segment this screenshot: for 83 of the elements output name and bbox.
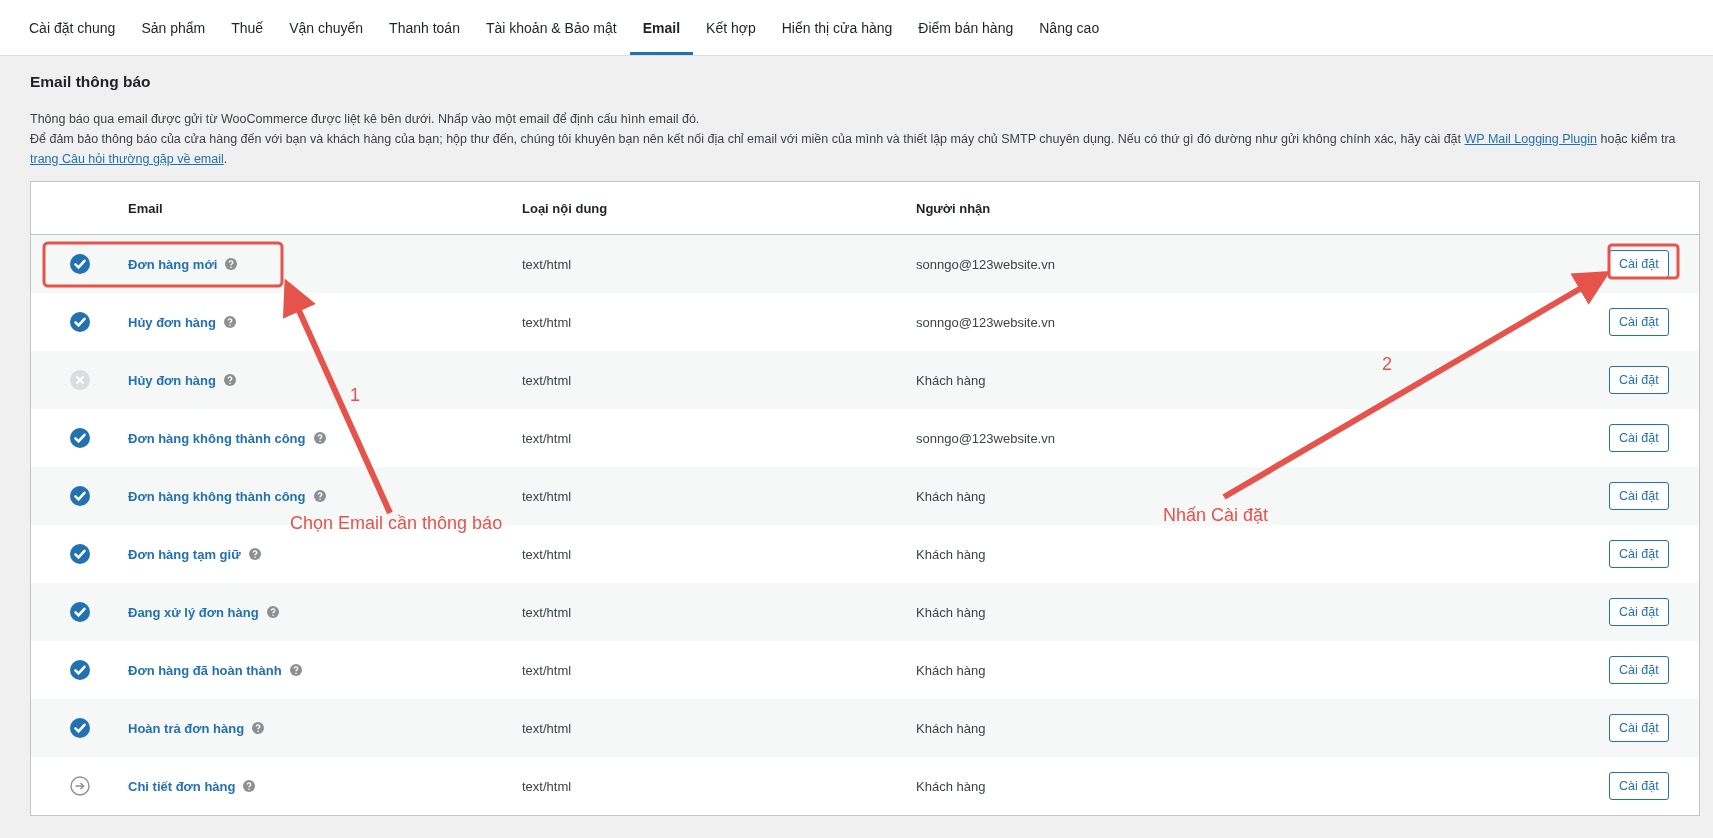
step-number: 2 bbox=[1382, 354, 1392, 375]
plugin-link[interactable]: WP Mail Logging Plugin bbox=[1464, 132, 1597, 146]
settings-tab[interactable]: Sản phẩm bbox=[128, 3, 219, 55]
annotation-caption: Nhấn Cài đặt bbox=[1163, 505, 1269, 526]
settings-button[interactable]: Cài đặt bbox=[1609, 772, 1669, 800]
recipient-cell-text: Khách hàng bbox=[916, 778, 987, 794]
content-type-cell-text: text/html bbox=[522, 546, 573, 562]
faq-link[interactable]: trang Câu hỏi thường gặp về email bbox=[30, 152, 224, 166]
settings-button[interactable]: Cài đặt bbox=[1609, 424, 1669, 452]
help-icon[interactable] bbox=[313, 432, 326, 444]
check-circle-icon bbox=[69, 254, 90, 274]
recipient-cell-text: Khách hàng bbox=[916, 546, 987, 562]
settings-tab[interactable]: Thuế bbox=[218, 3, 277, 55]
help-icon[interactable] bbox=[289, 664, 302, 676]
content-type-cell-text: text/html bbox=[522, 778, 573, 794]
content-type-cell-text: text/html bbox=[522, 720, 573, 736]
recipient-cell-text: Khách hàng bbox=[916, 662, 987, 678]
email-name-link[interactable]: Đơn hàng mới bbox=[128, 256, 218, 272]
content-type-cell-text: text/html bbox=[522, 604, 573, 620]
settings-tab[interactable]: Vận chuyển bbox=[276, 3, 377, 55]
step-number: 1 bbox=[350, 385, 360, 406]
settings-tab[interactable]: Cài đặt chung bbox=[16, 3, 129, 55]
content-type-cell-text: text/html bbox=[522, 256, 573, 272]
help-icon[interactable] bbox=[225, 258, 238, 270]
settings-button[interactable]: Cài đặt bbox=[1609, 540, 1669, 568]
intro-text: Thông báo qua email được gửi từ WooCommerce được liệt kê bên dưới. Nhấp vào một email để định cấu hình email đó. bbox=[30, 111, 701, 128]
help-icon[interactable] bbox=[223, 316, 236, 328]
recipient-cell-text: sonngo@123website.vn bbox=[916, 430, 1056, 446]
email-name-link[interactable]: Đơn hàng không thành công bbox=[128, 488, 306, 504]
settings-tab[interactable]: Kết hợp bbox=[693, 3, 769, 55]
content-type-cell-text: text/html bbox=[522, 430, 573, 446]
email-name-link[interactable]: Hoàn trả đơn hàng bbox=[128, 720, 245, 736]
email-name-link[interactable]: Đơn hàng đã hoàn thành bbox=[128, 662, 282, 678]
settings-button[interactable]: Cài đặt bbox=[1609, 366, 1669, 394]
check-circle-icon bbox=[69, 486, 90, 506]
settings-tab[interactable]: Tài khoản & Bảo mật bbox=[472, 3, 630, 55]
x-circle-icon bbox=[69, 370, 90, 390]
email-name-link[interactable]: Đơn hàng không thành công bbox=[128, 430, 306, 446]
help-icon[interactable] bbox=[223, 374, 236, 386]
check-circle-icon bbox=[69, 428, 90, 448]
check-circle-icon bbox=[69, 660, 90, 680]
recipient-cell-text: sonngo@123website.vn bbox=[916, 256, 1056, 272]
help-icon[interactable] bbox=[243, 780, 256, 792]
email-name-link[interactable]: Chi tiết đơn hàng bbox=[128, 778, 236, 794]
recipient-cell-text: Khách hàng bbox=[916, 604, 987, 620]
email-name-link[interactable]: Hủy đơn hàng bbox=[128, 372, 216, 388]
content-type-cell-text: text/html bbox=[522, 662, 573, 678]
settings-tab[interactable]: Nâng cao bbox=[1026, 3, 1113, 55]
recipient-cell-text: sonngo@123website.vn bbox=[916, 314, 1056, 330]
section-heading: Email thông báo bbox=[30, 73, 152, 91]
content-type-cell-text: text/html bbox=[522, 314, 573, 330]
settings-button[interactable]: Cài đặt bbox=[1609, 250, 1669, 278]
check-circle-icon bbox=[69, 718, 90, 738]
recipient-cell-text: Khách hàng bbox=[916, 720, 987, 736]
column-header: Email bbox=[128, 200, 164, 216]
check-circle-icon bbox=[69, 602, 90, 622]
settings-button[interactable]: Cài đặt bbox=[1609, 656, 1669, 684]
help-icon[interactable] bbox=[266, 606, 279, 618]
annotation-caption: Chọn Email cần thông báo bbox=[290, 513, 503, 534]
settings-button[interactable]: Cài đặt bbox=[1609, 308, 1669, 336]
email-name-link[interactable]: Đơn hàng tạm giữ bbox=[128, 546, 241, 562]
notice-text: Để đảm bảo thông báo của cửa hàng đến với bạn và khách hàng của bạn; hộp thư đến, chúng tôi khuyên bạn nên kết nối địa chỉ email với miền của mình và thiết lập máy chủ SMTP chuyên dụng. Nếu có thứ gì đó dường như gửi không chính xác, hãy cài đặt WP Mail Logging Plugin hoặc kiểm tra trang Câu hỏi thường gặp về email. bbox=[30, 131, 1677, 168]
content-type-cell-text: text/html bbox=[522, 488, 573, 504]
settings-tab[interactable]: Email bbox=[629, 3, 694, 55]
column-header: Người nhận bbox=[916, 200, 992, 216]
settings-tab[interactable]: Thanh toán bbox=[376, 3, 473, 55]
settings-button[interactable]: Cài đặt bbox=[1609, 598, 1669, 626]
email-name-link[interactable]: Đang xử lý đơn hàng bbox=[128, 604, 259, 620]
settings-button[interactable]: Cài đặt bbox=[1609, 482, 1669, 510]
arrow-circle-icon bbox=[69, 776, 90, 796]
help-icon[interactable] bbox=[252, 722, 265, 734]
content-type-cell-text: text/html bbox=[522, 372, 573, 388]
check-circle-icon bbox=[69, 544, 90, 564]
column-header: Loại nội dung bbox=[522, 200, 609, 216]
recipient-cell-text: Khách hàng bbox=[916, 372, 987, 388]
help-icon[interactable] bbox=[313, 490, 326, 502]
email-name-link[interactable]: Hủy đơn hàng bbox=[128, 314, 216, 330]
check-circle-icon bbox=[69, 312, 90, 332]
settings-tab[interactable]: Hiển thị cửa hàng bbox=[768, 3, 906, 55]
recipient-cell-text: Khách hàng bbox=[916, 488, 987, 504]
settings-button[interactable]: Cài đặt bbox=[1609, 714, 1669, 742]
help-icon[interactable] bbox=[248, 548, 261, 560]
settings-tab[interactable]: Điểm bán hàng bbox=[905, 3, 1027, 55]
